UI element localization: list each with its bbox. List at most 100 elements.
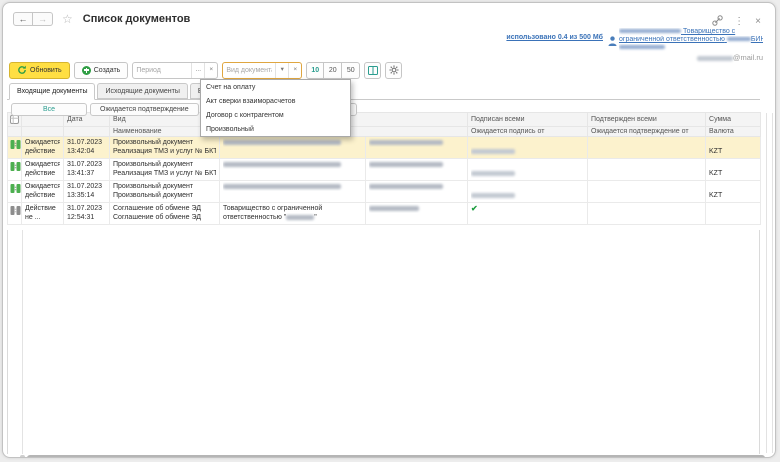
edo-exchange-icon <box>10 183 21 194</box>
row-date: 31.07.2023 <box>67 160 106 169</box>
table-row[interactable]: Ожидается действие 31.07.2023 13:41:37 П… <box>8 159 761 181</box>
table-row[interactable]: Ожидается действие 31.07.2023 13:35:14 П… <box>8 181 761 203</box>
redacted-awaiting-sign <box>471 149 515 154</box>
settings-button[interactable] <box>385 62 402 79</box>
page-title: Список документов <box>83 13 191 25</box>
row-status: Ожидается <box>25 160 60 169</box>
row-time: 12:54:31 <box>67 213 106 222</box>
period-filter: ... × <box>132 62 218 79</box>
horizontal-scrollbar-stub[interactable] <box>20 455 25 458</box>
row-date: 31.07.2023 <box>67 182 106 191</box>
row-name: Реализация ТМЗ и услуг № БКТДП000001 от.… <box>113 169 216 178</box>
menu-item-invoice[interactable]: Счет на оплату <box>201 80 350 94</box>
filter-all[interactable]: Все <box>11 103 87 116</box>
more-menu-icon[interactable]: ⋮ <box>734 17 744 27</box>
row-kind: Произвольный документ <box>113 182 216 191</box>
toolbar: Обновить Создать ... × ▾ × 10 20 50 <box>9 61 402 79</box>
tab-incoming-documents[interactable]: Входящие документы <box>9 83 95 100</box>
redacted-text <box>619 45 665 49</box>
menu-item-contract[interactable]: Договор с контрагентом <box>201 108 350 122</box>
back-button[interactable]: ← <box>13 12 33 26</box>
storage-usage-link[interactable]: использовано 0.4 из 500 Мб <box>506 34 603 41</box>
sum-column-header[interactable]: Сумма <box>706 113 761 127</box>
org-name-part: ограниченной ответственностью <box>619 36 725 43</box>
forward-button[interactable]: → <box>33 12 53 26</box>
edo-exchange-icon-gray <box>10 205 21 216</box>
row-status: Ожидается <box>25 138 60 147</box>
user-email: @mail.ru <box>697 53 763 62</box>
period-input[interactable] <box>133 64 191 77</box>
edo-exchange-icon <box>10 161 21 172</box>
confirmed-column-header[interactable]: Подтвержден всеми <box>588 113 706 127</box>
redacted-text <box>619 29 681 33</box>
doc-type-clear-button[interactable]: × <box>288 63 301 78</box>
awaiting-confirm-column-header[interactable]: Ожидается подтверждение от <box>588 127 706 137</box>
row-date: 31.07.2023 <box>67 204 106 213</box>
filter-awaiting-confirmation[interactable]: Ожидается подтверждение <box>90 103 199 116</box>
create-button[interactable]: Создать <box>74 62 129 79</box>
row-kind: Соглашение об обмене ЭД <box>113 204 216 213</box>
row-kind: Произвольный документ <box>113 138 216 147</box>
redacted-party1 <box>223 162 341 167</box>
favorite-star-icon[interactable]: ☆ <box>62 13 73 25</box>
grid-icon <box>10 115 19 124</box>
redacted-party2 <box>369 206 419 211</box>
row-name: Соглашение об обмене ЭД <box>113 213 216 222</box>
gear-icon <box>389 65 399 75</box>
period-choose-button[interactable]: ... <box>191 63 204 78</box>
awaiting-sign-column-header[interactable]: Ожидается подпись от <box>468 127 588 137</box>
refresh-button[interactable]: Обновить <box>9 62 70 79</box>
horizontal-scrollbar[interactable] <box>27 455 765 458</box>
row-currency: KZT <box>709 169 757 178</box>
row-time: 13:42:04 <box>67 147 106 156</box>
table-row[interactable]: Действие не ... 31.07.2023 12:54:31 Согл… <box>8 203 761 225</box>
page-size-20[interactable]: 20 <box>324 62 342 79</box>
page-size-10[interactable]: 10 <box>306 62 324 79</box>
row-status: Действие <box>25 204 60 213</box>
row-name: Реализация ТМЗ и услуг № БКТДП000001 от.… <box>113 147 216 156</box>
vertical-scrollbar-track[interactable] <box>766 113 773 453</box>
period-clear-button[interactable]: × <box>204 63 217 78</box>
preview-panel-button[interactable] <box>364 62 381 79</box>
row-kind: Произвольный документ <box>113 160 216 169</box>
redacted-text <box>697 56 733 61</box>
edo-exchange-icon <box>10 139 21 150</box>
menu-item-reconciliation-act[interactable]: Акт сверки взаиморасчетов <box>201 94 350 108</box>
redacted-party2 <box>369 162 443 167</box>
redacted-text <box>286 215 314 220</box>
doc-type-dropdown-button[interactable]: ▾ <box>275 63 288 78</box>
redacted-awaiting-sign <box>471 171 515 176</box>
close-icon[interactable]: × <box>755 17 761 27</box>
doc-type-input[interactable] <box>223 64 275 77</box>
tab-outgoing-documents[interactable]: Исходящие документы <box>97 83 187 99</box>
title-bar: ← → ☆ Список документов <box>13 11 190 27</box>
redacted-party2 <box>369 184 443 189</box>
signed-column-header[interactable]: Подписан всеми <box>468 113 588 127</box>
row-time: 13:35:14 <box>67 191 106 200</box>
row-party1: Товарищество с ограниченной <box>223 204 362 213</box>
row-time: 13:41:37 <box>67 169 106 178</box>
row-currency <box>709 213 757 222</box>
redacted-text <box>727 37 751 41</box>
redacted-party2 <box>369 140 443 145</box>
plus-icon <box>82 66 91 75</box>
page-size-50[interactable]: 50 <box>342 62 360 79</box>
documents-table: Дата Вид Стороны Подписан всеми Подтверж… <box>7 112 760 225</box>
table-row[interactable]: Ожидается действие 31.07.2023 13:42:04 П… <box>8 137 761 159</box>
row-status: Ожидается <box>25 182 60 191</box>
redacted-party1 <box>223 184 341 189</box>
nav-buttons: ← → <box>13 12 53 26</box>
signed-check-icon: ✔ <box>471 204 584 213</box>
user-icon <box>608 33 617 51</box>
row-date: 31.07.2023 <box>67 138 106 147</box>
menu-item-arbitrary[interactable]: Произвольный <box>201 122 350 136</box>
organization-link[interactable]: Товарищество с ограниченной ответственно… <box>619 28 763 52</box>
doc-type-dropdown-menu: Счет на оплату Акт сверки взаиморасчетов… <box>200 79 351 137</box>
preview-panel-icon <box>368 66 378 75</box>
row-party1-continued: ответственностью "" <box>223 213 362 222</box>
refresh-icon <box>17 65 27 75</box>
currency-column-header[interactable]: Валюта <box>706 127 761 137</box>
table-empty-area <box>7 230 760 454</box>
redacted-awaiting-sign <box>471 193 515 198</box>
row-currency: KZT <box>709 147 757 156</box>
